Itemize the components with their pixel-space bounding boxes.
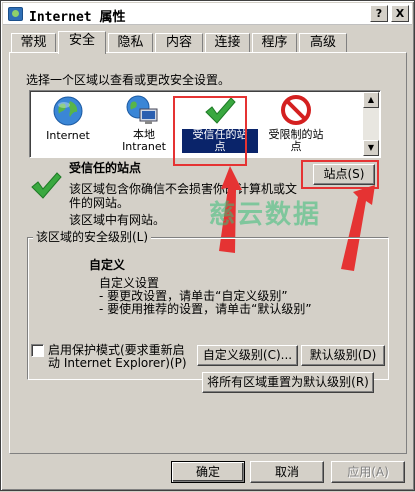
zone-local-intranet[interactable]: 本地 Intranet <box>106 91 182 157</box>
ok-button-label: 确定 <box>195 465 220 479</box>
zone-list-scrollbar[interactable]: ▲ ▼ <box>363 92 379 156</box>
annotation-box-sites <box>301 160 379 189</box>
custom-level-button-label: 自定义级别(C)... <box>202 348 293 362</box>
annotation-box-trusted-zone <box>173 96 247 166</box>
tab-privacy[interactable]: 隐私 <box>108 33 153 53</box>
scroll-up-icon[interactable]: ▲ <box>363 92 379 108</box>
globe-icon <box>53 96 83 126</box>
window-title: Internet 属性 <box>29 10 126 25</box>
protected-mode-label-line-2: 动 Internet Explorer)(P) <box>48 356 187 370</box>
tab-connections[interactable]: 连接 <box>205 33 250 53</box>
zone-restricted-sites-label-2: 点 <box>290 140 302 153</box>
trusted-check-icon <box>31 172 62 199</box>
internet-options-icon <box>8 7 23 21</box>
security-level-group-label: 该区域的安全级别(L) <box>33 228 152 245</box>
zone-description-line-2: 件的网站。 <box>69 196 130 210</box>
tab-advanced[interactable]: 高级 <box>299 33 347 53</box>
title-bar[interactable]: Internet 属性 ? X <box>3 3 412 25</box>
zone-internet-label: Internet <box>46 129 90 142</box>
reset-all-zones-button[interactable]: 将所有区域重置为默认级别(R) <box>202 372 374 393</box>
level-name: 自定义 <box>89 258 126 272</box>
help-button[interactable]: ? <box>370 5 388 22</box>
restricted-icon <box>281 95 311 125</box>
apply-button[interactable]: 应用(A) <box>331 461 405 483</box>
zone-has-sites-text: 该区域中有网站。 <box>69 213 166 227</box>
tab-programs[interactable]: 程序 <box>252 33 297 53</box>
default-level-button[interactable]: 默认级别(D) <box>301 345 385 366</box>
watermark-text: 慈云数据 <box>209 200 322 230</box>
intranet-icon <box>126 95 158 124</box>
internet-properties-dialog: Internet 属性 ? X 常规 安全 隐私 内容 连接 程序 高级 选择一… <box>0 0 415 491</box>
custom-level-button[interactable]: 自定义级别(C)... <box>197 345 298 366</box>
zone-internet[interactable]: Internet <box>30 91 106 157</box>
close-button[interactable]: X <box>391 5 409 22</box>
cancel-button-label: 取消 <box>274 465 299 479</box>
zone-title: 受信任的站点 <box>69 161 142 175</box>
zone-local-intranet-label-2: Intranet <box>122 140 166 153</box>
level-description-line-3: - 要使用推荐的设置，请单击“默认级别” <box>99 302 312 316</box>
tab-security[interactable]: 安全 <box>58 31 106 54</box>
tab-general[interactable]: 常规 <box>11 33 56 53</box>
apply-button-label: 应用(A) <box>347 465 389 479</box>
ok-button[interactable]: 确定 <box>171 461 245 483</box>
zone-restricted-sites[interactable]: 受限制的站 点 <box>258 91 334 157</box>
scroll-down-icon[interactable]: ▼ <box>363 140 379 156</box>
default-level-button-label: 默认级别(D) <box>309 348 377 362</box>
reset-all-zones-button-label: 将所有区域重置为默认级别(R) <box>207 375 369 389</box>
protected-mode-checkbox[interactable] <box>31 344 44 357</box>
select-zone-prompt: 选择一个区域以查看或更改安全设置。 <box>26 73 231 87</box>
tab-content[interactable]: 内容 <box>155 33 203 53</box>
cancel-button[interactable]: 取消 <box>250 461 324 483</box>
